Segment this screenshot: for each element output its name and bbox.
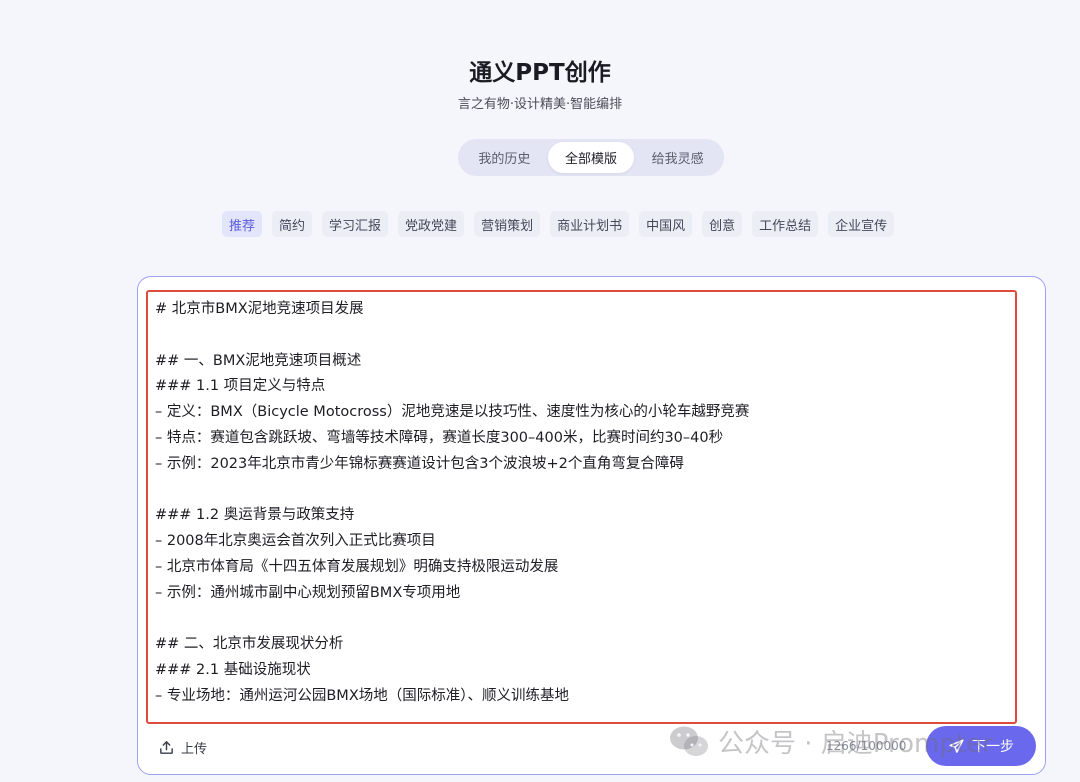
tab-my-history[interactable]: 我的历史 <box>461 142 548 173</box>
editor-line: ### 1.1 项目定义与特点 <box>155 378 326 395</box>
category-chinese-style[interactable]: 中国风 <box>639 211 693 237</box>
tab-all-templates[interactable]: 全部模版 <box>547 142 635 173</box>
upload-button[interactable]: 上传 <box>158 736 207 758</box>
category-business-plan[interactable]: 商业计划书 <box>550 211 630 237</box>
next-step-button[interactable]: 下一步 <box>926 726 1036 766</box>
category-work-summary[interactable]: 工作总结 <box>752 211 819 237</box>
editor-line: – 专业场地：通州运河公园BMX场地（国际标准）、顺义训练基地 <box>155 687 569 704</box>
upload-label: 上传 <box>181 741 208 757</box>
editor-line: – 特点：赛道包含跳跃坡、弯墙等技术障碍，赛道长度300–400米，比赛时间约3… <box>155 429 724 446</box>
tab-inspiration[interactable]: 给我灵感 <box>634 142 721 173</box>
editor-line: ## 二、北京市发展现状分析 <box>155 636 344 653</box>
editor-line: – 2008年北京奥运会首次列入正式比赛项目 <box>155 533 436 550</box>
category-company-promo[interactable]: 企业宣传 <box>828 211 895 237</box>
editor-line: – 定义：BMX（Bicycle Motocross）泥地竞速是以技巧性、速度性… <box>155 404 750 421</box>
next-step-label: 下一步 <box>972 739 1014 755</box>
category-filter-bar: 推荐 简约 学习汇报 党政党建 营销策划 商业计划书 中国风 创意 工作总结 企… <box>222 211 895 237</box>
category-study-report[interactable]: 学习汇报 <box>322 211 389 237</box>
editor-line: ### 1.2 奥运背景与政策支持 <box>155 507 355 524</box>
category-party-building[interactable]: 党政党建 <box>398 211 465 237</box>
category-marketing[interactable]: 营销策划 <box>474 211 541 237</box>
editor-line: – 示例：2023年北京市青少年锦标赛赛道设计包含3个波浪坡+2个直角弯复合障碍 <box>155 455 684 472</box>
page-subtitle: 言之有物·设计精美·智能编排 <box>457 97 623 112</box>
outline-text-editor[interactable]: # 北京市BMX泥地竞速项目发展 ## 一、BMX泥地竞速项目概述 ### 1.… <box>146 290 1017 724</box>
editor-line: – 示例：通州城市副中心规划预留BMX专项用地 <box>155 584 461 601</box>
category-simple[interactable]: 简约 <box>272 211 313 237</box>
editor-line: ### 2.1 基础设施现状 <box>155 662 311 679</box>
editor-line: – 北京市体育局《十四五体育发展规划》明确支持极限运动发展 <box>155 558 559 575</box>
category-recommended[interactable]: 推荐 <box>222 211 263 237</box>
category-creative[interactable]: 创意 <box>702 211 743 237</box>
upload-icon <box>160 740 173 754</box>
editor-line: # 北京市BMX泥地竞速项目发展 <box>155 301 364 317</box>
send-icon <box>949 738 964 753</box>
outline-input-card: # 北京市BMX泥地竞速项目发展 ## 一、BMX泥地竞速项目概述 ### 1.… <box>137 276 1046 775</box>
character-counter: 1266/100000 <box>826 739 907 753</box>
template-source-tabs: 我的历史 全部模版 给我灵感 <box>458 139 724 176</box>
page-title: 通义PPT创作 <box>469 60 611 86</box>
editor-line: ## 一、BMX泥地竞速项目概述 <box>155 352 362 369</box>
